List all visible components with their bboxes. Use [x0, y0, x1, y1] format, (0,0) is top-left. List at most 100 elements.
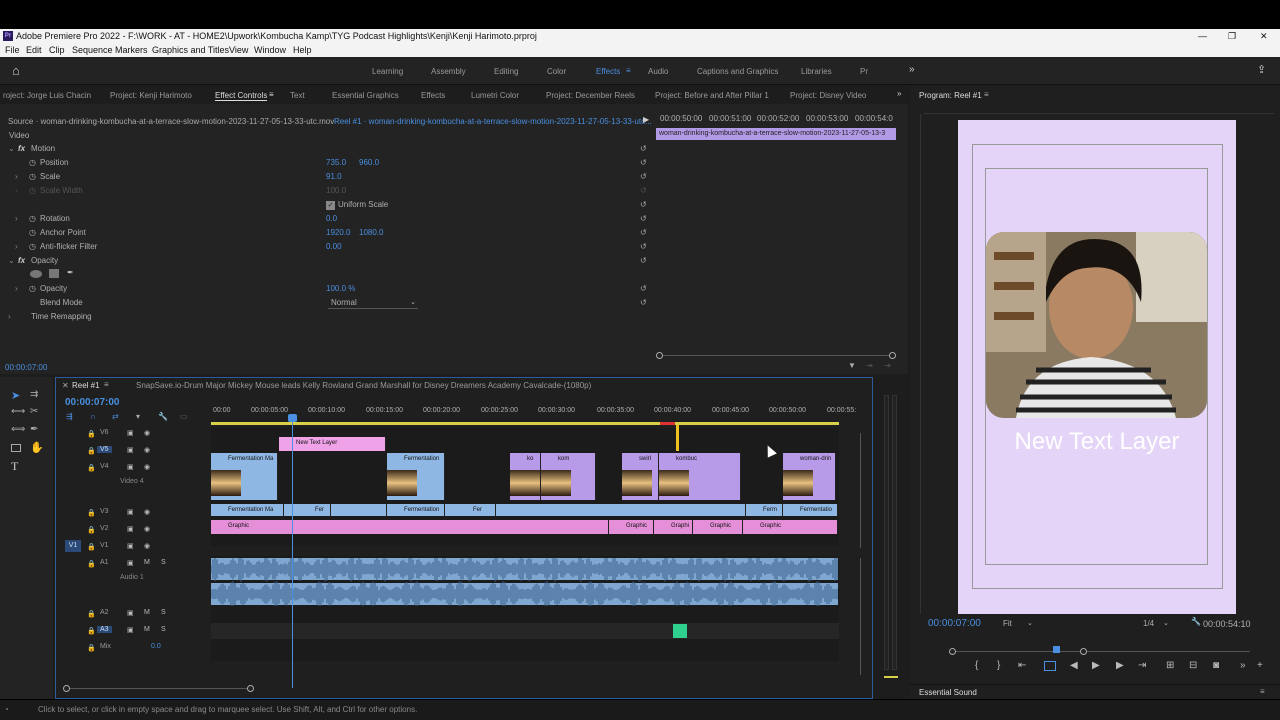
home-icon[interactable]: ⌂: [12, 63, 20, 78]
workspace-audio[interactable]: Audio: [648, 67, 668, 76]
go-to-out-icon[interactable]: ⇥: [1138, 660, 1146, 671]
video-frame[interactable]: New Text Layer: [958, 120, 1236, 614]
mute-m[interactable]: M: [144, 609, 150, 616]
fx-motion-row[interactable]: ⌄ fx Motion ↺: [0, 144, 650, 156]
scrubber-handle[interactable]: [1053, 646, 1060, 653]
menu-view[interactable]: View: [229, 43, 248, 57]
clip-v2-graphic[interactable]: Graphic: [609, 520, 654, 534]
workspace-menu-icon[interactable]: ≡: [626, 66, 631, 75]
go-to-in-icon[interactable]: ⇤: [1018, 660, 1026, 671]
clip-thumbnail[interactable]: [659, 466, 741, 500]
tab-overflow-icon[interactable]: »: [897, 89, 901, 98]
track-id[interactable]: A1: [97, 559, 112, 566]
rect-mask-icon[interactable]: [49, 269, 59, 278]
ellipse-mask-icon[interactable]: [30, 270, 42, 278]
position-y[interactable]: 960.0: [359, 158, 379, 167]
eye-icon[interactable]: ◉: [144, 542, 150, 550]
tab-effect-controls[interactable]: Effect Controls: [215, 91, 268, 101]
clip-v4[interactable]: swirl: [622, 453, 659, 466]
scale-width-value[interactable]: 100.0: [326, 186, 346, 195]
clip-v4[interactable]: kombuc: [659, 453, 741, 466]
ec-clip-bar[interactable]: woman-drinking-kombucha-at-a-terrace-slo…: [656, 128, 896, 140]
track-header-v4[interactable]: 🔒 V4 ▣ ◉ Video 4: [56, 462, 206, 485]
workspace-effects[interactable]: Effects: [596, 67, 620, 76]
add-marker-icon[interactable]: ▾: [136, 412, 140, 421]
mark-out-icon[interactable]: }: [997, 660, 1000, 671]
rectangle-icon[interactable]: [11, 444, 21, 452]
uniform-scale-checkbox[interactable]: ✓: [326, 201, 335, 210]
blend-dropdown[interactable]: Normal ⌄: [328, 298, 418, 309]
timeline-close-icon[interactable]: ✕: [62, 381, 69, 390]
filter-icon[interactable]: ▼: [848, 361, 856, 370]
expand-antiflicker-icon[interactable]: ›: [15, 242, 18, 251]
close-icon[interactable]: ✕: [1260, 29, 1268, 43]
stopwatch-icon[interactable]: ◷: [29, 158, 36, 167]
program-title[interactable]: Program: Reel #1: [919, 91, 982, 100]
settings-wrench-icon[interactable]: 🔧: [1191, 617, 1201, 626]
track-id[interactable]: V3: [97, 508, 112, 515]
tab-project-december[interactable]: Project: December Reels: [546, 91, 635, 100]
clip-v2-graphic[interactable]: Graphic: [211, 520, 609, 534]
menu-file[interactable]: File: [5, 43, 20, 57]
clip-v2-graphic[interactable]: Graphic: [693, 520, 743, 534]
timeline-v-scroll-video[interactable]: [860, 433, 861, 548]
reset-uniform-icon[interactable]: ↺: [640, 200, 647, 209]
step-back-icon[interactable]: ◀: [1070, 660, 1078, 671]
track-id[interactable]: Mix: [97, 643, 114, 650]
reset-scale-icon[interactable]: ↺: [640, 172, 647, 181]
stopwatch-icon[interactable]: ◷: [29, 186, 36, 195]
lock-icon[interactable]: 🔒: [87, 430, 96, 438]
expand-scalew-icon[interactable]: ›: [15, 186, 18, 195]
expand-rotation-icon[interactable]: ›: [15, 214, 18, 223]
lock-icon[interactable]: 🔒: [87, 464, 96, 472]
film-icon[interactable]: ▣: [127, 463, 134, 471]
scroll-handle-left[interactable]: [656, 352, 663, 359]
clip-thumbnail[interactable]: [387, 466, 445, 500]
mic-icon[interactable]: ▣: [127, 559, 134, 567]
expand-icon[interactable]: ⌄: [8, 144, 15, 153]
clip-v3[interactable]: Fermentatio: [783, 504, 838, 516]
expand-icon[interactable]: ›: [8, 312, 11, 321]
track-header-v2[interactable]: 🔒 V2 ▣ ◉: [56, 524, 206, 539]
lock-icon[interactable]: 🔒: [87, 526, 96, 534]
hand-icon[interactable]: ✋: [30, 441, 44, 454]
film-icon[interactable]: ▣: [127, 525, 134, 533]
clip-v3[interactable]: Fer: [456, 504, 496, 516]
timeline-timecode[interactable]: 00:00:07:00: [65, 397, 119, 408]
lock-icon[interactable]: 🔒: [87, 447, 96, 455]
reset-antiflicker-icon[interactable]: ↺: [640, 242, 647, 251]
ec-current-time[interactable]: 00:00:07:00: [5, 363, 47, 372]
expand-scale-icon[interactable]: ›: [15, 172, 18, 181]
clip-v4[interactable]: woman-drin: [783, 453, 836, 466]
track-header-a2[interactable]: 🔒 A2 ▣ M S: [56, 608, 206, 623]
menu-sequence[interactable]: Sequence: [72, 43, 113, 57]
track-header-v5[interactable]: 🔒 V5 ▣ ◉: [56, 445, 206, 460]
clip-thumbnail[interactable]: [783, 466, 836, 500]
tab-project-jorge[interactable]: roject: Jorge Luis Chacin: [3, 91, 91, 100]
sequence-label[interactable]: Reel #1 · woman-drinking-kombucha-at-a-t…: [334, 117, 652, 126]
tab-essential-graphics[interactable]: Essential Graphics: [332, 91, 399, 100]
scroll-handle-left[interactable]: [949, 648, 956, 655]
program-timecode[interactable]: 00:00:07:00: [928, 618, 981, 629]
workspace-color[interactable]: Color: [547, 67, 566, 76]
scroll-handle-right[interactable]: [1080, 648, 1087, 655]
anchor-x[interactable]: 1920.0: [326, 228, 350, 237]
source-label[interactable]: Source · woman-drinking-kombucha-at-a-te…: [8, 117, 334, 126]
add-button-icon[interactable]: +: [1257, 660, 1263, 671]
lock-icon[interactable]: 🔒: [87, 644, 96, 652]
lift-icon[interactable]: [1044, 661, 1056, 671]
reset-anchor-icon[interactable]: ↺: [640, 228, 647, 237]
razor-icon[interactable]: ✂: [30, 406, 38, 417]
reset-rotation-icon[interactable]: ↺: [640, 214, 647, 223]
fx-opacity-row[interactable]: ⌄ fx Opacity ↺: [0, 256, 650, 268]
track-header-a1[interactable]: 🔒 A1 ▣ M S Audio 1: [56, 558, 206, 581]
essential-sound-menu-icon[interactable]: ≡: [1260, 687, 1265, 696]
fit-dropdown[interactable]: Fit ⌄: [1003, 619, 1038, 630]
clip-v4[interactable]: Fermentation Ma: [211, 453, 278, 466]
time-remap-row[interactable]: › Time Remapping: [0, 312, 650, 324]
wrench-icon[interactable]: 🔧: [158, 412, 168, 421]
share-icon[interactable]: ⇪: [1257, 63, 1266, 76]
menu-clip[interactable]: Clip: [49, 43, 65, 57]
track-header-v6[interactable]: 🔒 V6 ▣ ◉: [56, 428, 206, 443]
insert-nest-icon[interactable]: ⇶: [66, 412, 73, 421]
